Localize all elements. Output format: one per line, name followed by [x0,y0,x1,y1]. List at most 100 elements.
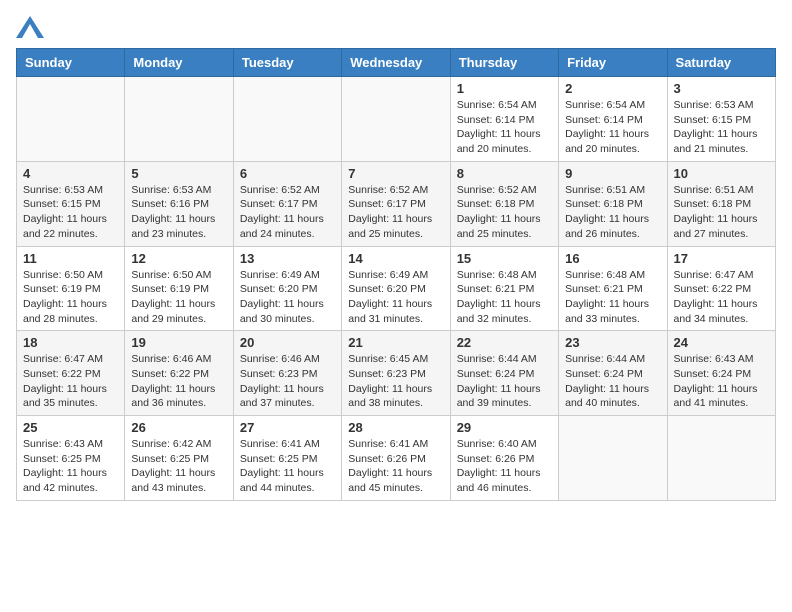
day-cell: 18 Sunrise: 6:47 AM Sunset: 6:22 PM Dayli… [17,331,125,416]
day-number: 18 [23,335,118,350]
day-info: Sunrise: 6:41 AM Sunset: 6:25 PM Dayligh… [240,437,335,496]
header [16,16,776,38]
day-cell: 28Sunrise: 6:41 AM Sunset: 6:26 PM Dayli… [342,416,450,501]
day-number: 10 [674,166,769,181]
day-number: 13 [240,251,335,266]
day-number: 9 [565,166,660,181]
day-number: 5 [131,166,226,181]
day-number: 25 [23,420,118,435]
day-cell: 3 Sunrise: 6:53 AM Sunset: 6:15 PM Daylig… [667,77,775,162]
day-info: Sunrise: 6:45 AM Sunset: 6:23 PM Dayligh… [348,352,443,411]
weekday-header-monday: Monday [125,49,233,77]
day-cell: 25Sunrise: 6:43 AM Sunset: 6:25 PM Dayli… [17,416,125,501]
day-info: Sunrise: 6:53 AM Sunset: 6:15 PM Dayligh… [674,98,769,157]
day-number: 3 [674,81,769,96]
day-number: 22 [457,335,552,350]
day-number: 23 [565,335,660,350]
day-number: 4 [23,166,118,181]
logo [16,16,48,38]
day-number: 12 [131,251,226,266]
day-number: 20 [240,335,335,350]
day-cell: 9 Sunrise: 6:51 AM Sunset: 6:18 PM Daylig… [559,161,667,246]
day-number: 7 [348,166,443,181]
day-info: Sunrise: 6:49 AM Sunset: 6:20 PM Dayligh… [348,268,443,327]
day-cell [342,77,450,162]
day-number: 29 [457,420,552,435]
day-cell: 10 Sunrise: 6:51 AM Sunset: 6:18 PM Dayli… [667,161,775,246]
day-cell: 27 Sunrise: 6:41 AM Sunset: 6:25 PM Dayli… [233,416,341,501]
day-cell: 14 Sunrise: 6:49 AM Sunset: 6:20 PM Dayli… [342,246,450,331]
day-info: Sunrise: 6:50 AM Sunset: 6:19 PM Dayligh… [131,268,226,327]
day-info: Sunrise: 6:47 AM Sunset: 6:22 PM Dayligh… [23,352,118,411]
day-number: 21 [348,335,443,350]
day-number: 24 [674,335,769,350]
day-cell [17,77,125,162]
weekday-header-tuesday: Tuesday [233,49,341,77]
day-info: Sunrise: 6:52 AM Sunset: 6:17 PM Dayligh… [348,183,443,242]
day-info: Sunrise: 6:44 AM Sunset: 6:24 PM Dayligh… [457,352,552,411]
day-cell: 17 Sunrise: 6:47 AM Sunset: 6:22 PM Dayli… [667,246,775,331]
day-info: Sunrise: 6:53 AM Sunset: 6:16 PM Dayligh… [131,183,226,242]
day-cell: 11 Sunrise: 6:50 AM Sunset: 6:19 PM Dayli… [17,246,125,331]
weekday-header-friday: Friday [559,49,667,77]
day-number: 19 [131,335,226,350]
day-cell [559,416,667,501]
weekday-header-wednesday: Wednesday [342,49,450,77]
day-info: Sunrise: 6:51 AM Sunset: 6:18 PM Dayligh… [674,183,769,242]
week-row-4: 18 Sunrise: 6:47 AM Sunset: 6:22 PM Dayli… [17,331,776,416]
day-number: 1 [457,81,552,96]
day-cell: 22 Sunrise: 6:44 AM Sunset: 6:24 PM Dayli… [450,331,558,416]
day-info: Sunrise: 6:49 AM Sunset: 6:20 PM Dayligh… [240,268,335,327]
day-info: Sunrise: 6:51 AM Sunset: 6:18 PM Dayligh… [565,183,660,242]
day-cell: 26Sunrise: 6:42 AM Sunset: 6:25 PM Dayli… [125,416,233,501]
calendar-table: SundayMondayTuesdayWednesdayThursdayFrid… [16,48,776,501]
day-cell [667,416,775,501]
day-cell: 6 Sunrise: 6:52 AM Sunset: 6:17 PM Daylig… [233,161,341,246]
day-cell: 23 Sunrise: 6:44 AM Sunset: 6:24 PM Dayli… [559,331,667,416]
week-row-2: 4 Sunrise: 6:53 AM Sunset: 6:15 PM Daylig… [17,161,776,246]
day-info: Sunrise: 6:40 AM Sunset: 6:26 PM Dayligh… [457,437,552,496]
weekday-header-thursday: Thursday [450,49,558,77]
week-row-1: 1 Sunrise: 6:54 AM Sunset: 6:14 PM Daylig… [17,77,776,162]
day-number: 8 [457,166,552,181]
day-cell: 2 Sunrise: 6:54 AM Sunset: 6:14 PM Daylig… [559,77,667,162]
day-info: Sunrise: 6:44 AM Sunset: 6:24 PM Dayligh… [565,352,660,411]
day-info: Sunrise: 6:53 AM Sunset: 6:15 PM Dayligh… [23,183,118,242]
day-cell: 5 Sunrise: 6:53 AM Sunset: 6:16 PM Daylig… [125,161,233,246]
day-info: Sunrise: 6:48 AM Sunset: 6:21 PM Dayligh… [565,268,660,327]
day-info: Sunrise: 6:54 AM Sunset: 6:14 PM Dayligh… [565,98,660,157]
day-info: Sunrise: 6:50 AM Sunset: 6:19 PM Dayligh… [23,268,118,327]
day-cell: 15Sunrise: 6:48 AM Sunset: 6:21 PM Dayli… [450,246,558,331]
week-row-5: 25Sunrise: 6:43 AM Sunset: 6:25 PM Dayli… [17,416,776,501]
weekday-header-row: SundayMondayTuesdayWednesdayThursdayFrid… [17,49,776,77]
day-cell: 16 Sunrise: 6:48 AM Sunset: 6:21 PM Dayli… [559,246,667,331]
day-number: 11 [23,251,118,266]
logo-icon [16,16,44,38]
day-info: Sunrise: 6:54 AM Sunset: 6:14 PM Dayligh… [457,98,552,157]
day-number: 2 [565,81,660,96]
day-info: Sunrise: 6:46 AM Sunset: 6:22 PM Dayligh… [131,352,226,411]
day-number: 6 [240,166,335,181]
week-row-3: 11 Sunrise: 6:50 AM Sunset: 6:19 PM Dayli… [17,246,776,331]
day-number: 16 [565,251,660,266]
day-cell: 1 Sunrise: 6:54 AM Sunset: 6:14 PM Daylig… [450,77,558,162]
day-cell: 13 Sunrise: 6:49 AM Sunset: 6:20 PM Dayli… [233,246,341,331]
day-cell: 29 Sunrise: 6:40 AM Sunset: 6:26 PM Dayli… [450,416,558,501]
day-number: 27 [240,420,335,435]
day-info: Sunrise: 6:47 AM Sunset: 6:22 PM Dayligh… [674,268,769,327]
day-info: Sunrise: 6:43 AM Sunset: 6:24 PM Dayligh… [674,352,769,411]
day-info: Sunrise: 6:41 AM Sunset: 6:26 PM Dayligh… [348,437,443,496]
day-number: 17 [674,251,769,266]
day-cell: 24 Sunrise: 6:43 AM Sunset: 6:24 PM Dayli… [667,331,775,416]
day-number: 14 [348,251,443,266]
day-cell: 21 Sunrise: 6:45 AM Sunset: 6:23 PM Dayli… [342,331,450,416]
day-cell [233,77,341,162]
weekday-header-sunday: Sunday [17,49,125,77]
day-info: Sunrise: 6:52 AM Sunset: 6:17 PM Dayligh… [240,183,335,242]
day-cell: 8Sunrise: 6:52 AM Sunset: 6:18 PM Daylig… [450,161,558,246]
day-cell [125,77,233,162]
day-cell: 4 Sunrise: 6:53 AM Sunset: 6:15 PM Daylig… [17,161,125,246]
day-cell: 7 Sunrise: 6:52 AM Sunset: 6:17 PM Daylig… [342,161,450,246]
weekday-header-saturday: Saturday [667,49,775,77]
day-cell: 20Sunrise: 6:46 AM Sunset: 6:23 PM Dayli… [233,331,341,416]
